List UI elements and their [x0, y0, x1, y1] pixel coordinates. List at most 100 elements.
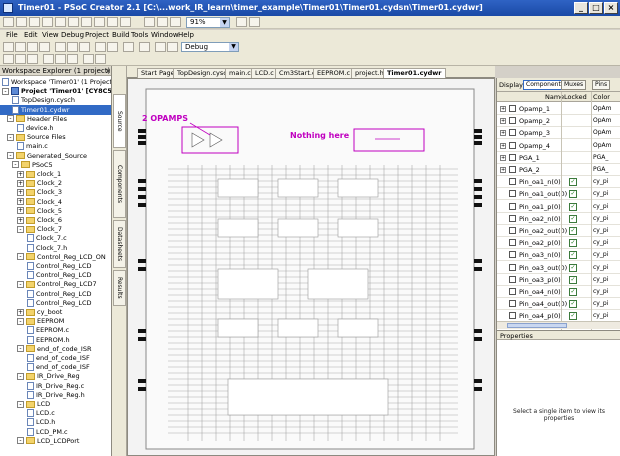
chevron-down-icon[interactable]: ▼ [229, 43, 238, 51]
save-all-icon[interactable] [39, 42, 50, 52]
side-tab-datasheets[interactable]: Datasheets [113, 220, 126, 268]
expand-icon[interactable]: + [500, 118, 506, 125]
window-title-bar[interactable]: Timer01 - PSoC Creator 2.1 [C:\...work_I… [0, 0, 620, 16]
stop-icon[interactable] [27, 54, 38, 64]
wire-tool-icon[interactable] [29, 17, 40, 27]
open-folder-icon[interactable] [15, 42, 26, 52]
expand-icon[interactable]: + [500, 167, 506, 173]
rect-tool-icon[interactable] [94, 17, 105, 27]
image-tool-icon[interactable] [120, 17, 131, 27]
horizontal-scrollbar[interactable] [497, 321, 620, 329]
expand-icon[interactable]: + [17, 179, 24, 187]
locked-checkbox[interactable]: ✓ [569, 227, 577, 235]
side-tab-results[interactable]: Results [113, 270, 126, 306]
locked-checkbox[interactable]: ✓ [569, 251, 577, 260]
close-button[interactable]: × [604, 2, 618, 14]
cut-icon[interactable] [55, 42, 66, 52]
menu-edit[interactable]: Edit [24, 31, 38, 39]
zoom-combo[interactable]: 91% ▼ [186, 17, 230, 28]
minimize-button[interactable]: _ [574, 2, 588, 14]
locked-checkbox[interactable]: ✓ [569, 300, 577, 309]
chip-layout-canvas[interactable]: 2 OPAMPS Nothing here [127, 78, 495, 456]
menu-tools[interactable]: Tools [131, 31, 148, 39]
menu-file[interactable]: File [6, 31, 18, 39]
locked-checkbox[interactable]: ✓ [569, 263, 577, 272]
ellipse-tool-icon[interactable] [107, 17, 118, 27]
locked-checkbox[interactable]: ✓ [569, 288, 577, 296]
select-tool-icon[interactable] [3, 17, 14, 27]
col-locked[interactable]: Locked [564, 92, 587, 102]
close-icon[interactable]: x [106, 66, 110, 76]
expand-icon[interactable]: + [500, 106, 506, 112]
breakpoint-icon[interactable] [83, 54, 94, 64]
table-row[interactable]: Pin_oa3_n(0) ✓ cy_pi [497, 249, 620, 262]
locked-checkbox[interactable]: ✓ [569, 190, 577, 199]
table-row[interactable]: + Opamp_2 OpAm [497, 115, 620, 128]
zoom-fit-icon[interactable] [170, 17, 181, 27]
collapse-icon[interactable]: - [17, 372, 24, 380]
locked-checkbox[interactable]: ✓ [569, 214, 577, 223]
table-row[interactable]: Pin_oa1_p(0) ✓ cy_pi [497, 201, 620, 213]
pan-tool-icon[interactable] [16, 17, 27, 27]
table-row[interactable]: Pin_oa2_p(0) ✓ cy_pi [497, 237, 620, 250]
menu-build[interactable]: Build [112, 31, 130, 39]
tree-item[interactable]: - LCD_LCDPort [0, 436, 111, 446]
expand-icon[interactable]: + [17, 170, 24, 178]
expand-icon[interactable]: + [17, 207, 24, 215]
collapse-icon[interactable]: - [17, 253, 24, 261]
table-row[interactable]: + PGA_1 PGA_ [497, 152, 620, 164]
tab-timer01-cydwr[interactable]: Timer01.cydwr [383, 68, 446, 78]
collapse-icon[interactable]: - [12, 161, 19, 169]
menu-view[interactable]: View [42, 31, 59, 39]
side-tab-components[interactable]: Components [113, 150, 126, 218]
table-row[interactable]: + PGA_2 PGA_ [497, 164, 620, 176]
collapse-icon[interactable]: - [17, 345, 24, 353]
display-muxes-button[interactable]: Muxes [561, 80, 587, 90]
paste-icon[interactable] [79, 42, 90, 52]
collapse-icon[interactable]: - [17, 225, 24, 233]
collapse-icon[interactable]: - [7, 133, 14, 141]
collapse-icon[interactable]: - [17, 400, 24, 408]
table-row[interactable]: + Opamp_4 OpAm [497, 140, 620, 152]
scroll-thumb[interactable] [507, 323, 567, 328]
collapse-icon[interactable]: - [2, 87, 9, 95]
table-row[interactable]: Pin_oa2_n(0) ✓ cy_pi [497, 213, 620, 225]
table-row[interactable]: Pin_oa1_out(0) ✓ cy_pi [497, 188, 620, 201]
line-tool-icon[interactable] [81, 17, 92, 27]
label-tool-icon[interactable] [55, 17, 66, 27]
locked-checkbox[interactable]: ✓ [569, 202, 577, 211]
expand-icon[interactable]: + [17, 188, 24, 196]
find-icon[interactable] [139, 42, 150, 52]
table-row[interactable]: + Opamp_3 OpAm [497, 127, 620, 140]
col-color[interactable]: Color [593, 92, 610, 102]
locked-checkbox[interactable]: ✓ [569, 275, 577, 284]
copy-icon[interactable] [67, 42, 78, 52]
table-row[interactable]: Pin_oa3_out(0) ✓ cy_pi [497, 262, 620, 274]
step-into-icon[interactable] [43, 54, 54, 64]
table-row[interactable]: Pin_oa1_n(0) ✓ cy_pi [497, 176, 620, 189]
expand-icon[interactable]: + [17, 216, 24, 224]
collapse-icon[interactable]: - [17, 437, 24, 445]
build-icon[interactable] [155, 42, 166, 52]
collapse-icon[interactable]: - [17, 280, 24, 288]
new-file-icon[interactable] [3, 42, 14, 52]
maximize-button[interactable]: □ [589, 2, 603, 14]
step-out-icon[interactable] [67, 54, 78, 64]
menu-project[interactable]: Project [85, 31, 109, 39]
expand-icon[interactable]: + [500, 154, 506, 161]
delete-icon[interactable] [123, 42, 134, 52]
redo-icon[interactable] [107, 42, 118, 52]
locked-checkbox[interactable]: ✓ [569, 312, 577, 321]
zoom-out-icon[interactable] [157, 17, 168, 27]
tab-eeprom-c[interactable]: EEPROM.c [313, 68, 355, 78]
expand-icon[interactable]: + [500, 130, 506, 137]
menu-debug[interactable]: Debug [61, 31, 84, 39]
config-combo[interactable]: Debug ▼ [181, 42, 239, 52]
expand-icon[interactable]: + [17, 198, 24, 206]
text-tool-icon[interactable] [68, 17, 79, 27]
table-row[interactable]: Pin_oa3_p(0) ✓ cy_pi [497, 274, 620, 286]
collapse-icon[interactable]: - [7, 152, 14, 160]
program-icon[interactable] [3, 54, 14, 64]
table-row[interactable]: + Opamp_1 OpAm [497, 103, 620, 115]
collapse-icon[interactable]: - [7, 115, 14, 123]
